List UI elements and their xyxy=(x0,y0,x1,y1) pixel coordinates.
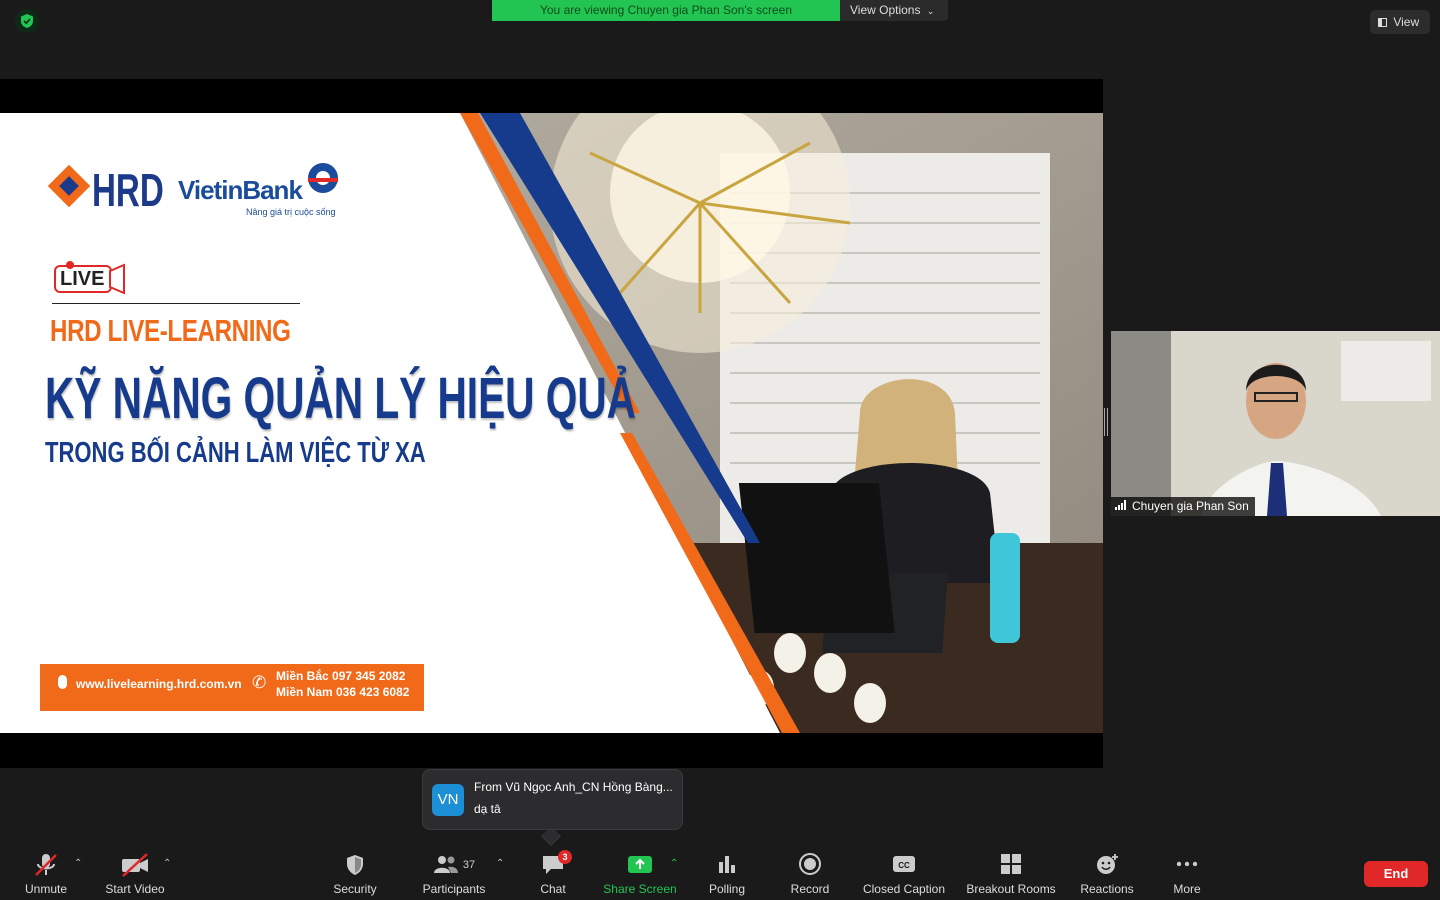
view-label: View xyxy=(1393,15,1420,29)
signal-bars-icon xyxy=(1115,497,1127,516)
participants-icon xyxy=(433,856,458,873)
participant-video-frame xyxy=(1111,331,1440,516)
share-screen-icon xyxy=(628,856,652,873)
chat-sender: From Vũ Ngọc Anh_CN Hồng Bàng... xyxy=(474,780,673,794)
breakout-rooms-label: Breakout Rooms xyxy=(966,882,1056,896)
phone-icon: ✆ xyxy=(252,673,267,692)
encryption-shield-icon[interactable] xyxy=(14,8,40,34)
record-icon xyxy=(799,853,821,875)
start-video-button[interactable]: Start Video xyxy=(100,852,170,896)
svg-text:CC: CC xyxy=(898,861,910,870)
reactions-smiley-icon xyxy=(1097,854,1118,874)
slide-subtitle: HRD LIVE-LEARNING xyxy=(50,313,291,348)
slide-divider xyxy=(52,303,300,304)
security-button[interactable]: Security xyxy=(325,852,385,896)
record-button[interactable]: Record xyxy=(785,852,835,896)
view-options-button[interactable]: View Options ⌄ xyxy=(840,0,948,21)
view-button[interactable]: View xyxy=(1370,10,1430,34)
more-button[interactable]: More xyxy=(1162,852,1212,896)
more-label: More xyxy=(1173,882,1201,896)
more-dots-icon xyxy=(1176,861,1198,867)
start-video-label: Start Video xyxy=(105,882,165,896)
closed-caption-button[interactable]: CC Closed Caption xyxy=(858,852,950,896)
live-badge-label: LIVE xyxy=(60,268,105,290)
audio-options-chevron-icon[interactable]: ⌃ xyxy=(74,858,82,869)
closed-caption-icon: CC xyxy=(893,856,915,872)
unmute-label: Unmute xyxy=(24,882,68,896)
view-icon xyxy=(1378,18,1387,27)
chat-label: Chat xyxy=(540,882,566,896)
polling-button[interactable]: Polling xyxy=(702,852,752,896)
vietinbank-tagline: Nâng giá trị cuộc sống xyxy=(246,207,336,217)
breakout-rooms-button[interactable]: Breakout Rooms xyxy=(962,852,1060,896)
chat-sender-avatar: VN xyxy=(432,784,464,816)
participants-button[interactable]: 37 Participants xyxy=(416,852,492,896)
polling-chart-icon xyxy=(719,856,735,873)
vietinbank-emblem-icon xyxy=(308,163,338,193)
breakout-rooms-icon xyxy=(1001,854,1021,874)
contact-url: www.livelearning.hrd.com.vn xyxy=(76,677,242,691)
viewing-banner: You are viewing Chuyen gia Phan Son's sc… xyxy=(492,0,840,21)
participant-name: Chuyen gia Phan Son xyxy=(1132,499,1249,513)
shared-screen: HRD VietinBank Nâng giá trị cuộc sống LI… xyxy=(0,79,1103,768)
hrd-logo: HRD xyxy=(92,164,164,216)
participant-video[interactable] xyxy=(1111,331,1440,516)
security-label: Security xyxy=(333,882,377,896)
participant-name-tag: Chuyen gia Phan Son xyxy=(1111,497,1255,516)
unmute-button[interactable]: Unmute xyxy=(16,852,76,896)
chat-message: dạ tâ xyxy=(474,802,501,816)
panel-resize-handle[interactable] xyxy=(1104,408,1108,436)
participants-options-chevron-icon[interactable]: ⌃ xyxy=(496,858,504,869)
presentation-slide: HRD VietinBank Nâng giá trị cuộc sống LI… xyxy=(0,113,1103,733)
contact-phone-north: Miền Bắc 097 345 2082 xyxy=(276,669,406,683)
reactions-label: Reactions xyxy=(1080,882,1134,896)
reactions-button[interactable]: Reactions xyxy=(1076,852,1138,896)
mouse-icon xyxy=(58,675,67,689)
chat-unread-badge: 3 xyxy=(558,850,572,864)
polling-label: Polling xyxy=(708,882,746,896)
chevron-down-icon: ⌄ xyxy=(926,6,935,16)
contact-phone-south: Miền Nam 036 423 6082 xyxy=(276,685,410,699)
closed-caption-label: Closed Caption xyxy=(862,882,946,896)
vietinbank-logo: VietinBank xyxy=(178,175,303,205)
video-off-icon xyxy=(122,853,148,877)
muted-microphone-icon xyxy=(35,854,57,876)
view-options-label: View Options xyxy=(850,3,921,17)
end-meeting-button[interactable]: End xyxy=(1364,861,1428,887)
security-shield-icon xyxy=(347,855,363,875)
video-options-chevron-icon[interactable]: ⌃ xyxy=(163,858,171,869)
live-badge: LIVE xyxy=(54,261,126,295)
participants-label: Participants xyxy=(422,882,486,896)
participants-count: 37 xyxy=(462,859,476,871)
share-options-chevron-icon[interactable]: ⌃ xyxy=(670,858,678,869)
slide-title-line2: TRONG BỐI CẢNH LÀM VIỆC TỪ XA xyxy=(45,437,426,469)
record-label: Record xyxy=(790,882,830,896)
share-screen-label: Share Screen xyxy=(603,882,677,896)
slide-title: KỸ NĂNG QUẢN LÝ HIỆU QUẢ xyxy=(45,366,636,431)
